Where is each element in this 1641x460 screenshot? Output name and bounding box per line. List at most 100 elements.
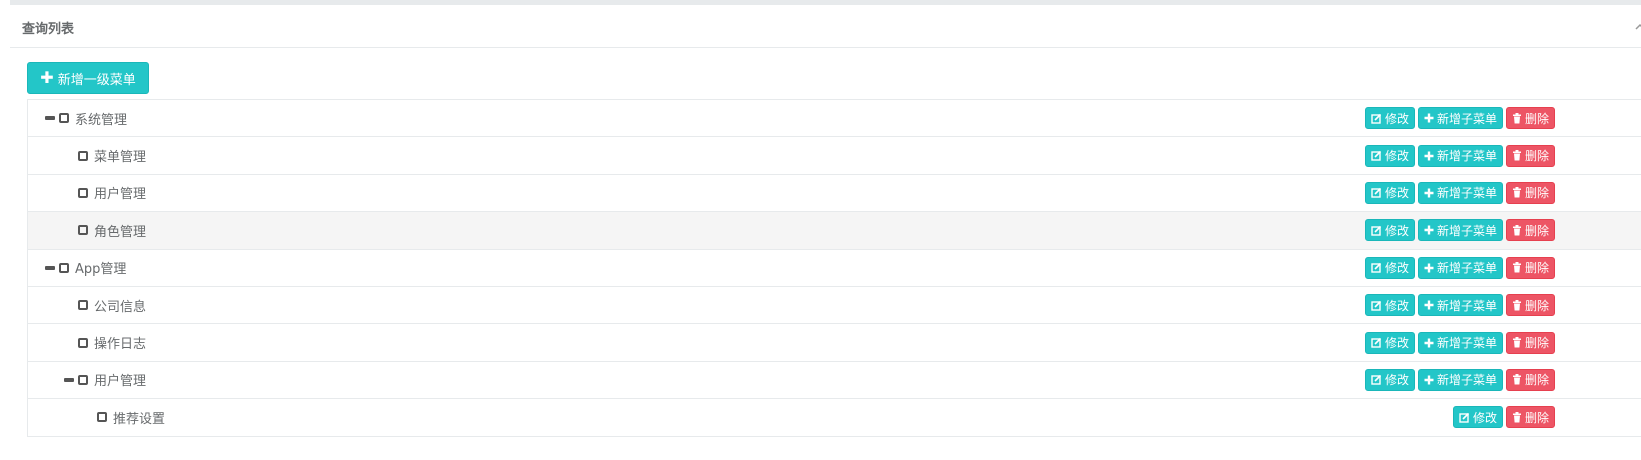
edit-button-label: 修改 [1384, 186, 1409, 201]
trash-icon [1512, 112, 1525, 124]
edit-button[interactable]: 修改 [1452, 406, 1503, 429]
checkbox-icon[interactable] [97, 412, 107, 423]
delete-button[interactable]: 删除 [1505, 144, 1555, 167]
row-actions: 修改 新增子菜单 删除 [1364, 324, 1555, 360]
delete-button[interactable]: 删除 [1505, 331, 1555, 354]
edit-button[interactable]: 修改 [1364, 368, 1415, 391]
tree-node-label: 系统管理 [75, 112, 128, 128]
add-child-menu-button[interactable]: 新增子菜单 [1417, 181, 1503, 204]
add-child-menu-button[interactable]: 新增子菜单 [1417, 331, 1503, 354]
row-actions: 修改 新增子菜单 删除 [1364, 212, 1555, 248]
minus-icon[interactable] [64, 377, 74, 382]
trash-icon [1512, 411, 1525, 423]
checkbox-icon[interactable] [59, 262, 69, 273]
add-child-menu-button[interactable]: 新增子菜单 [1417, 144, 1503, 167]
add-child-menu-button[interactable]: 新增子菜单 [1417, 294, 1503, 317]
checkbox-icon[interactable] [78, 187, 88, 198]
row-actions: 修改 新增子菜单 删除 [1364, 100, 1555, 136]
tree-row[interactable]: 系统管理 修改 新增子菜单 删除 [28, 100, 1641, 138]
trash-icon [1512, 150, 1525, 161]
delete-button[interactable]: 删除 [1505, 256, 1555, 279]
add-child-menu-button-label: 新增子菜单 [1436, 186, 1497, 201]
edit-button-label: 修改 [1384, 298, 1409, 313]
checkbox-icon[interactable] [78, 337, 88, 348]
delete-button[interactable]: 删除 [1505, 107, 1555, 130]
add-child-menu-button[interactable]: 新增子菜单 [1417, 219, 1503, 242]
delete-button[interactable]: 删除 [1505, 406, 1555, 429]
checkbox-icon[interactable] [78, 300, 88, 311]
tree-row[interactable]: 用户管理 修改 新增子菜单 删除 [28, 174, 1641, 213]
tree-node: 角色管理 [64, 212, 146, 248]
tree-row[interactable]: 角色管理 修改 新增子菜单 删除 [28, 212, 1641, 250]
delete-button[interactable]: 删除 [1505, 181, 1555, 204]
tree-node: 公司信息 [64, 287, 146, 323]
delete-button-label: 删除 [1524, 261, 1549, 276]
tree-node-label: 角色管理 [94, 224, 147, 240]
tree-node-label: 用户管理 [94, 187, 147, 203]
tree-row[interactable]: App管理 修改 新增子菜单 删除 [28, 249, 1641, 287]
tree-node-label: 菜单管理 [94, 150, 147, 166]
add-child-menu-button-label: 新增子菜单 [1436, 223, 1497, 238]
edit-button-label: 修改 [1384, 111, 1409, 126]
add-top-menu-button[interactable]: ✚ 新增一级菜单 [27, 62, 149, 94]
add-child-menu-button[interactable]: 新增子菜单 [1417, 107, 1503, 130]
checkbox-icon[interactable] [78, 374, 88, 385]
edit-button[interactable]: 修改 [1364, 144, 1415, 167]
edit-icon [1371, 225, 1385, 236]
edit-button-label: 修改 [1384, 149, 1409, 164]
tree-row[interactable]: 菜单管理 修改 新增子菜单 删除 [28, 137, 1641, 175]
plus-icon [1424, 113, 1437, 123]
edit-button-label: 修改 [1384, 373, 1409, 388]
add-child-menu-button-label: 新增子菜单 [1436, 298, 1497, 313]
add-child-menu-button-label: 新增子菜单 [1436, 336, 1497, 351]
add-child-menu-button-label: 新增子菜单 [1436, 261, 1497, 276]
chevron-up-icon[interactable] [1635, 21, 1641, 31]
row-actions: 修改 删除 [1452, 399, 1555, 435]
edit-button[interactable]: 修改 [1364, 219, 1415, 242]
delete-button-label: 删除 [1524, 373, 1549, 388]
edit-button[interactable]: 修改 [1364, 331, 1415, 354]
tree-row[interactable]: 用户管理 修改 新增子菜单 删除 [28, 361, 1641, 400]
minus-icon[interactable] [45, 265, 55, 270]
tree-node: App管理 [45, 250, 126, 286]
add-child-menu-button[interactable]: 新增子菜单 [1417, 368, 1503, 391]
trash-icon [1512, 337, 1525, 348]
tree-row[interactable]: 公司信息 修改 新增子菜单 删除 [28, 286, 1641, 325]
edit-icon [1371, 113, 1385, 124]
delete-button[interactable]: 删除 [1505, 294, 1555, 317]
add-child-menu-button[interactable]: 新增子菜单 [1417, 256, 1503, 279]
row-actions: 修改 新增子菜单 删除 [1364, 250, 1555, 286]
edit-button[interactable]: 修改 [1364, 294, 1415, 317]
tree-row[interactable]: 操作日志 修改 新增子菜单 删除 [28, 324, 1641, 362]
checkbox-icon[interactable] [78, 150, 88, 161]
row-actions: 修改 新增子菜单 删除 [1364, 287, 1555, 323]
checkbox-icon[interactable] [59, 113, 69, 124]
plus-icon [1424, 300, 1437, 310]
add-top-menu-label: 新增一级菜单 [57, 72, 136, 88]
edit-button[interactable]: 修改 [1364, 256, 1415, 279]
delete-button[interactable]: 删除 [1505, 368, 1555, 391]
edit-button-label: 修改 [1384, 223, 1409, 238]
tree-node: 操作日志 [64, 324, 146, 360]
row-actions: 修改 新增子菜单 删除 [1364, 137, 1555, 173]
edit-button-label: 修改 [1384, 336, 1409, 351]
edit-button[interactable]: 修改 [1364, 181, 1415, 204]
add-child-menu-button-label: 新增子菜单 [1436, 111, 1497, 126]
tree-row[interactable]: 推荐设置 修改 删除 [28, 399, 1641, 437]
delete-button-label: 删除 [1524, 223, 1549, 238]
delete-button-label: 删除 [1524, 410, 1549, 425]
plus-icon [1424, 151, 1437, 161]
delete-button-label: 删除 [1524, 186, 1549, 201]
delete-button[interactable]: 删除 [1505, 219, 1555, 242]
edit-icon [1371, 374, 1385, 386]
plus-icon [1424, 375, 1437, 385]
trash-icon [1512, 262, 1525, 273]
checkbox-icon[interactable] [78, 225, 88, 236]
edit-icon [1371, 262, 1385, 273]
trash-icon [1512, 224, 1525, 236]
trash-icon [1512, 187, 1525, 198]
tree-node-label: App管理 [75, 262, 127, 278]
panel-title: 查询列表 [22, 22, 75, 37]
minus-icon[interactable] [45, 116, 55, 121]
edit-button[interactable]: 修改 [1364, 107, 1415, 130]
